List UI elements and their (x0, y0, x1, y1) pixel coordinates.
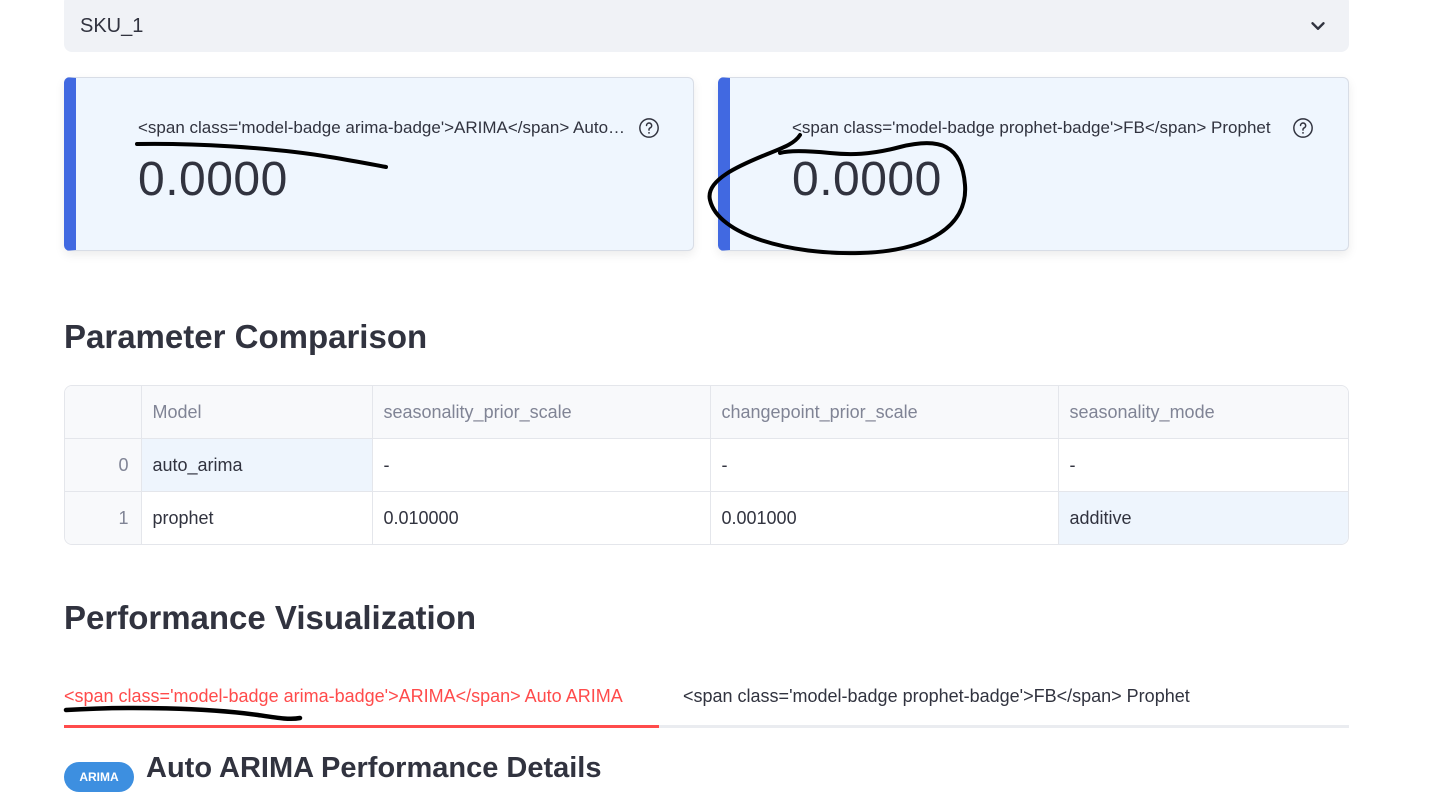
table-cell-index: 1 (65, 491, 142, 544)
arima-metric-label: <span class='model-badge arima-badge'>AR… (138, 118, 628, 137)
performance-tabs: <span class='model-badge arima-badge'>AR… (64, 676, 1349, 728)
table-header-seasonality-prior-scale[interactable]: seasonality_prior_scale (372, 386, 711, 439)
table-cell[interactable]: 0.001000 (710, 491, 1059, 544)
table-cell[interactable]: prophet (141, 491, 373, 544)
table-header-seasonality-mode[interactable]: seasonality_mode (1058, 386, 1348, 439)
table-cell[interactable]: - (372, 438, 711, 492)
table-header-row: Model seasonality_prior_scale changepoin… (65, 386, 1348, 439)
prophet-metric-value: 0.0000 (792, 153, 942, 206)
arima-model-badge: ARIMA (64, 762, 134, 792)
parameter-table[interactable]: Model seasonality_prior_scale changepoin… (64, 385, 1349, 545)
chevron-down-icon (1311, 22, 1325, 30)
table-row: 1 prophet 0.010000 0.001000 additive (65, 491, 1348, 544)
arima-metric-card: <span class='model-badge arima-badge'>AR… (64, 77, 694, 251)
table-cell[interactable]: additive (1058, 491, 1348, 544)
table-cell[interactable]: - (1058, 438, 1348, 492)
prophet-metric-card: <span class='model-badge prophet-badge'>… (718, 77, 1349, 251)
sku-selectbox[interactable]: SKU_1 (64, 0, 1349, 52)
arima-metric-value: 0.0000 (138, 153, 288, 206)
help-icon[interactable] (638, 117, 660, 139)
table-cell-index: 0 (65, 438, 142, 492)
performance-visualization-title: Performance Visualization (64, 599, 477, 636)
table-cell[interactable]: - (710, 438, 1059, 492)
tab-prophet[interactable]: <span class='model-badge prophet-badge'>… (683, 676, 1190, 728)
table-cell[interactable]: auto_arima (141, 438, 373, 492)
tab-auto-arima[interactable]: <span class='model-badge arima-badge'>AR… (64, 676, 659, 728)
parameter-comparison-title: Parameter Comparison (64, 318, 428, 355)
table-cell[interactable]: 0.010000 (372, 491, 711, 544)
table-row: 0 auto_arima - - - (65, 438, 1348, 492)
help-icon[interactable] (1292, 117, 1314, 139)
sku-select-value: SKU_1 (80, 14, 144, 37)
table-header-changepoint-prior-scale[interactable]: changepoint_prior_scale (710, 386, 1059, 439)
table-header-model[interactable]: Model (141, 386, 373, 439)
table-header-index[interactable] (65, 386, 142, 439)
performance-details-title: Auto ARIMA Performance Details (146, 752, 602, 784)
prophet-metric-label: <span class='model-badge prophet-badge'>… (792, 118, 1271, 137)
